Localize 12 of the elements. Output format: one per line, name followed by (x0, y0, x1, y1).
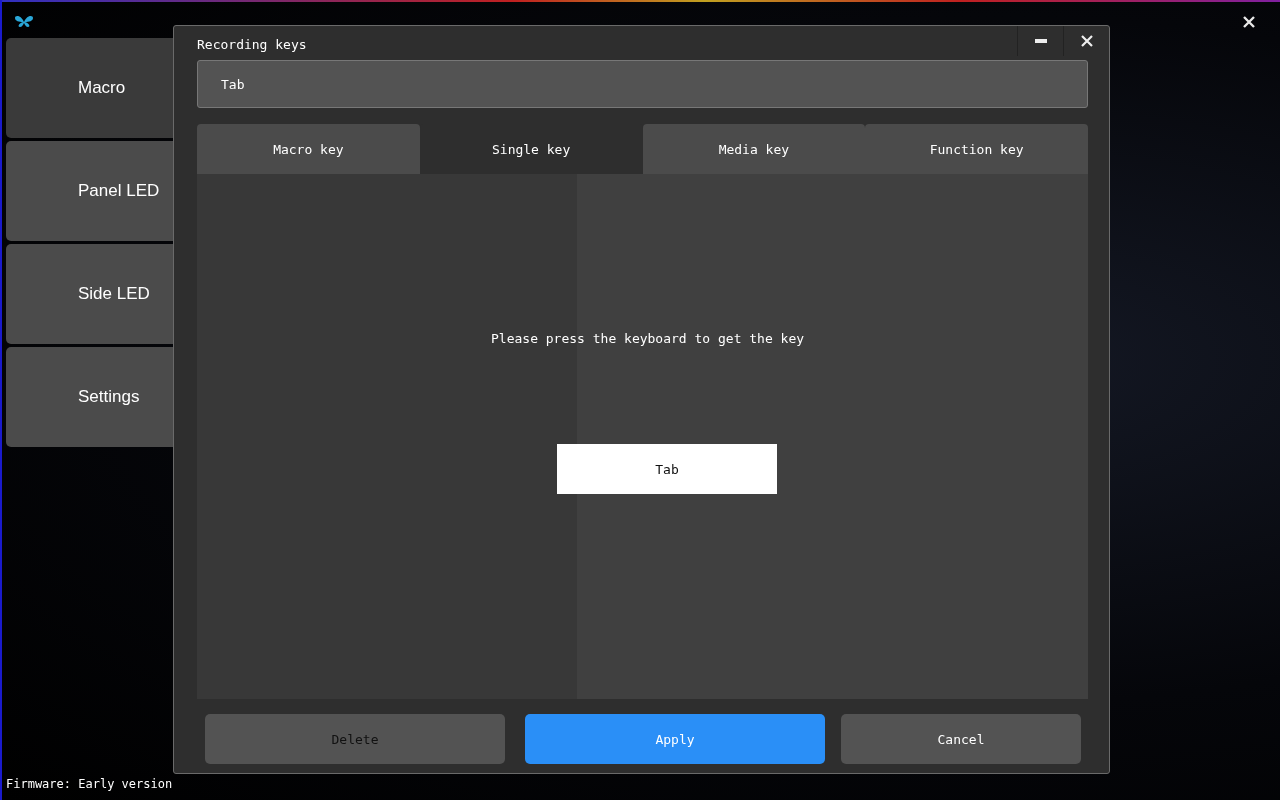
captured-key-field: Tab (557, 444, 777, 494)
firmware-label: Firmware: Early version (6, 777, 173, 791)
close-icon[interactable] (1242, 15, 1256, 29)
tab[interactable]: Media key (642, 124, 866, 174)
minimize-icon (1034, 39, 1047, 43)
tab[interactable]: Macro key (197, 124, 420, 174)
tab[interactable]: Function key (865, 124, 1088, 174)
prompt-text: Please press the keyboard to get the key (491, 331, 805, 346)
key-value-field[interactable]: Tab (197, 60, 1088, 108)
butterfly-logo-icon (14, 15, 34, 29)
action-button[interactable]: Cancel (841, 714, 1081, 764)
close-icon (1079, 34, 1094, 48)
